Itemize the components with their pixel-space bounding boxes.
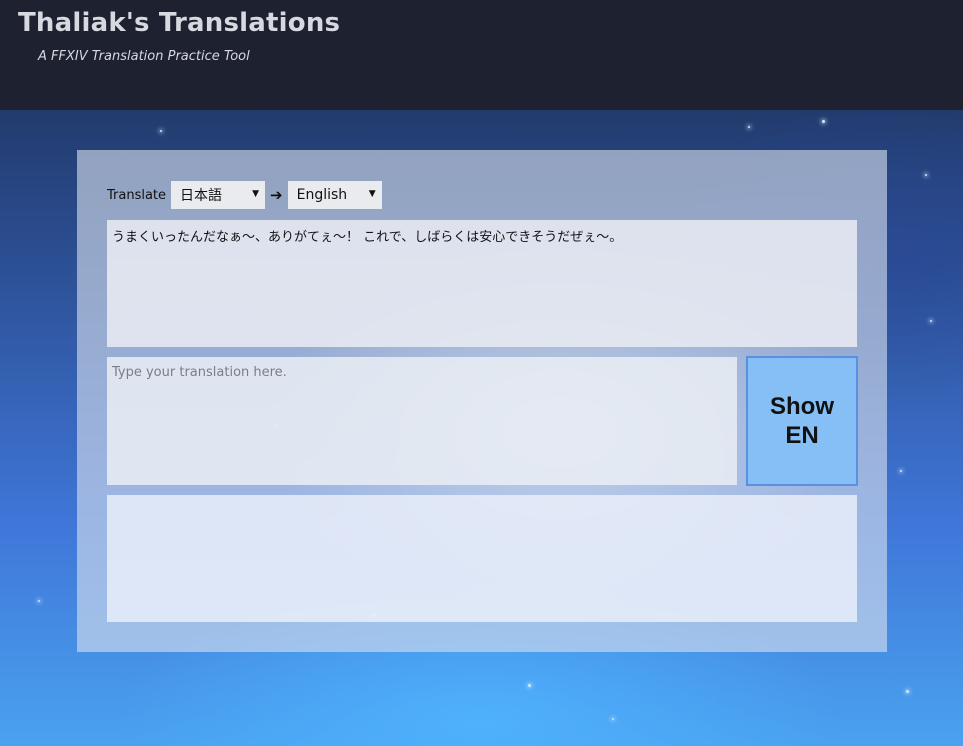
target-language-select[interactable]: English ▼ bbox=[287, 181, 382, 209]
reference-translation-box bbox=[107, 495, 857, 622]
translate-label: Translate bbox=[107, 187, 167, 203]
site-title: Thaliak's Translations bbox=[18, 8, 341, 38]
source-language-select[interactable]: 日本語 ▼ bbox=[171, 181, 266, 209]
site-header: Thaliak's Translations A FFXIV Translati… bbox=[0, 0, 963, 110]
source-language-value: 日本語 bbox=[180, 188, 223, 204]
show-button-label-line2: EN bbox=[785, 422, 819, 449]
target-language-value: English bbox=[296, 187, 348, 203]
language-selector-row: Translate 日本語 ▼ ➔ English ▼ bbox=[107, 181, 382, 209]
chevron-down-icon: ▼ bbox=[368, 189, 376, 199]
chevron-down-icon: ▼ bbox=[252, 189, 260, 199]
translation-input[interactable] bbox=[107, 357, 737, 485]
arrow-right-icon: ➔ bbox=[270, 186, 283, 204]
translation-panel: Translate 日本語 ▼ ➔ English ▼ うまくいったんだなぁ～、… bbox=[77, 150, 887, 652]
site-subtitle: A FFXIV Translation Practice Tool bbox=[38, 49, 250, 64]
show-button-label-line1: Show bbox=[770, 393, 834, 420]
source-text-box: うまくいったんだなぁ～、ありがてぇ～！ これで、しばらくは安心できそうだぜぇ～。 bbox=[107, 220, 857, 347]
show-english-button[interactable]: Show EN bbox=[746, 356, 858, 486]
